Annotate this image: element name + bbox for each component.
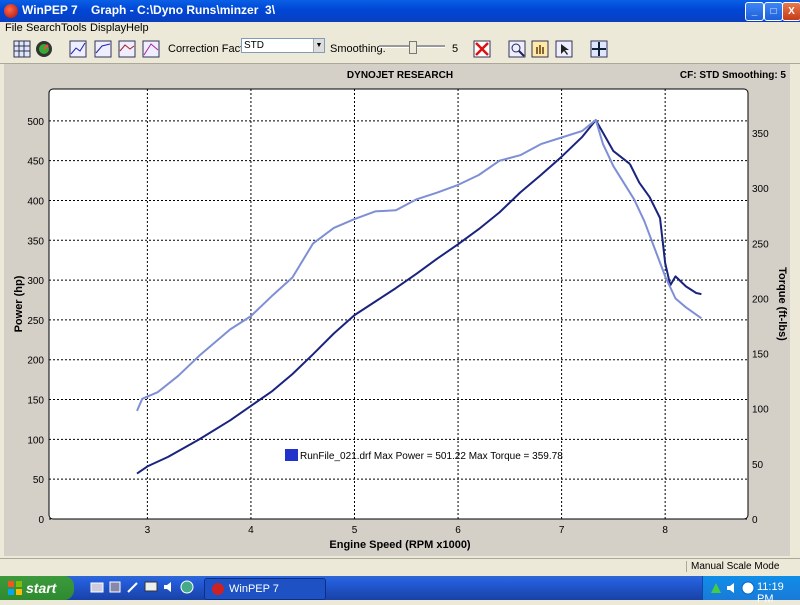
start-label: start: [26, 580, 57, 596]
zoom-graph-icon[interactable]: [507, 39, 527, 59]
y2-tick-label: 300: [752, 184, 769, 195]
messenger-icon[interactable]: [144, 580, 158, 594]
y-axis-label: Power (hp): [13, 275, 25, 332]
smoothing-slider[interactable]: [379, 41, 445, 54]
maximize-button[interactable]: □: [764, 2, 783, 21]
y-tick-label: 50: [33, 475, 45, 486]
y2-tick-label: 0: [752, 515, 758, 526]
system-tray: 11:19 PM: [702, 576, 800, 605]
y-tick-label: 0: [38, 515, 44, 526]
y-tick-label: 250: [27, 316, 44, 327]
menu-tools[interactable]: Tools: [61, 22, 87, 34]
network-icon[interactable]: [709, 581, 723, 595]
status-text: Manual Scale Mode: [686, 561, 779, 572]
chart-header-info: CF: STD Smoothing: 5: [680, 70, 787, 81]
legend-swatch: [285, 449, 298, 461]
y2-tick-label: 250: [752, 239, 769, 250]
y-tick-label: 350: [27, 236, 44, 247]
winpep-app-icon: [4, 4, 18, 18]
status-bar: Manual Scale Mode: [0, 558, 800, 576]
clock: 11:19 PM: [757, 581, 784, 605]
menu-bar: File Search Tools Display Help: [0, 22, 800, 36]
y2-tick-label: 150: [752, 350, 769, 361]
y-tick-label: 450: [27, 157, 44, 168]
y-tick-label: 400: [27, 196, 44, 207]
crosshair-icon[interactable]: [589, 39, 609, 59]
y2-tick-label: 350: [752, 129, 769, 140]
y-tick-label: 150: [27, 396, 44, 407]
menu-search[interactable]: Search: [26, 22, 61, 34]
y-tick-label: 500: [27, 117, 44, 128]
close-button[interactable]: X: [782, 2, 800, 21]
legend-text: RunFile_021.drf Max Power = 501.22 Max T…: [300, 451, 563, 462]
graph-view-4-icon[interactable]: [141, 39, 161, 59]
grid-table-icon[interactable]: [12, 39, 32, 59]
volume-icon[interactable]: [725, 581, 739, 595]
x-tick-label: 7: [559, 525, 565, 536]
x-tick-label: 4: [248, 525, 254, 536]
x-tick-label: 6: [455, 525, 461, 536]
correction-factor-select[interactable]: STD ▼: [241, 38, 325, 53]
menu-help[interactable]: Help: [126, 22, 149, 34]
menu-file[interactable]: File: [5, 22, 23, 34]
winpep-task-icon: [212, 583, 224, 595]
graph-view-1-icon[interactable]: [68, 39, 88, 59]
y-tick-label: 100: [27, 435, 44, 446]
y2-tick-label: 200: [752, 294, 769, 305]
antivirus-icon[interactable]: [741, 581, 755, 595]
pan-hand-icon[interactable]: [530, 39, 550, 59]
x-tick-label: 5: [352, 525, 358, 536]
window-title-bar: WinPEP 7 Graph - C:\Dyno Runs\minzer 3\ …: [0, 0, 800, 22]
taskbar-item-label: WinPEP 7: [229, 583, 279, 595]
media-icon[interactable]: [108, 580, 122, 594]
chart-title: DYNOJET RESEARCH: [347, 70, 453, 81]
dyno-gauge-icon[interactable]: [34, 39, 54, 59]
slider-thumb[interactable]: [409, 41, 417, 54]
minimize-button[interactable]: _: [745, 2, 764, 21]
x-axis-label: Engine Speed (RPM x1000): [329, 539, 471, 551]
chevron-down-icon[interactable]: ▼: [313, 39, 324, 52]
taskbar: start WinPEP 7 11:19 PM: [0, 576, 800, 605]
x-tick-label: 8: [662, 525, 668, 536]
chart-panel: DYNOJET RESEARCH CF: STD Smoothing: 5 3 4…: [4, 64, 790, 556]
graph-view-2-icon[interactable]: [93, 39, 113, 59]
help-icon[interactable]: [180, 580, 194, 594]
windows-flag-icon: [8, 581, 22, 595]
cursor-select-icon[interactable]: [554, 39, 574, 59]
window-title: WinPEP 7 Graph - C:\Dyno Runs\minzer 3\: [22, 3, 276, 17]
taskbar-item-winpep[interactable]: WinPEP 7: [204, 578, 326, 600]
show-desktop-icon[interactable]: [90, 580, 104, 594]
y-tick-label: 300: [27, 276, 44, 287]
graph-view-3-icon[interactable]: [117, 39, 137, 59]
start-button[interactable]: start: [0, 576, 74, 600]
y2-tick-label: 50: [752, 460, 764, 471]
y-tick-label: 200: [27, 356, 44, 367]
x-tick-label: 3: [145, 525, 151, 536]
y2-tick-label: 100: [752, 405, 769, 416]
smoothing-value: 5: [452, 43, 459, 55]
delete-run-icon[interactable]: [472, 39, 492, 59]
correction-factor-value: STD: [244, 40, 264, 51]
sound-icon[interactable]: [162, 580, 176, 594]
y2-axis-label: Torque (ft-lbs): [776, 267, 788, 341]
smoothing-label: Smoothing:: [330, 43, 386, 55]
dyno-chart: DYNOJET RESEARCH CF: STD Smoothing: 5 3 4…: [13, 70, 788, 551]
pen-tool-icon[interactable]: [126, 580, 140, 594]
menu-display[interactable]: Display: [90, 22, 126, 34]
